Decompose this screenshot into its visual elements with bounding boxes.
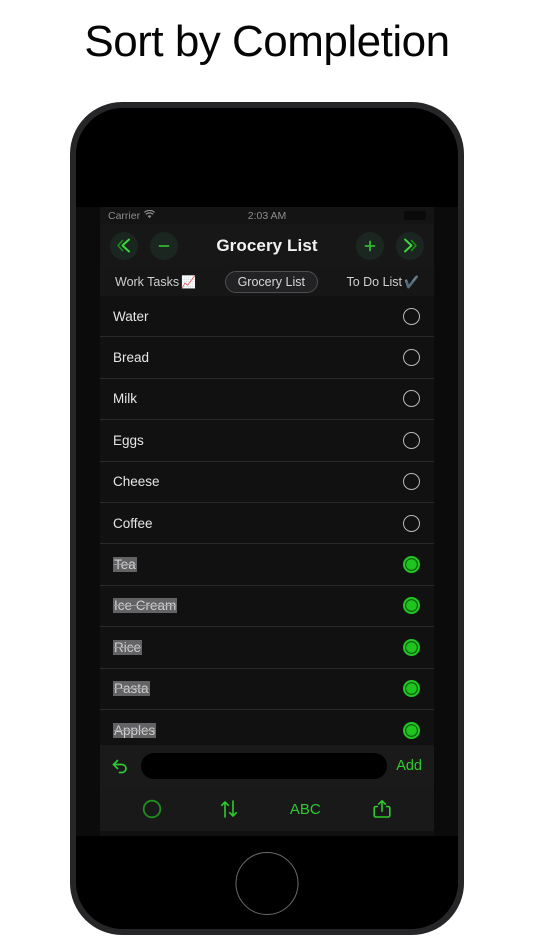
status-bar: Carrier 2:03 AM [100, 207, 434, 224]
unchecked-circle-icon[interactable] [403, 390, 420, 408]
tab-grocery-list[interactable]: Grocery List [224, 270, 318, 293]
list-item[interactable]: Tea [100, 544, 434, 586]
battery-icon [404, 211, 426, 220]
list-item[interactable]: Pasta [100, 669, 434, 710]
share-button[interactable] [360, 794, 404, 824]
checked-circle-icon[interactable] [403, 638, 420, 656]
list-item-label: Eggs [113, 432, 144, 448]
add-item-button[interactable]: Add [396, 758, 424, 774]
phone-device-frame: Carrier 2:03 AM Grocery List Work Tasks … [70, 102, 464, 935]
unchecked-circle-icon[interactable] [403, 514, 420, 532]
list-item[interactable]: Ice Cream [100, 586, 434, 628]
list-item-label: Water [113, 308, 149, 324]
tab-to-do-list[interactable]: To Do List ✔️ [340, 272, 425, 292]
undo-button[interactable] [110, 755, 132, 777]
sort-order-button[interactable] [207, 794, 251, 824]
app-screen: Carrier 2:03 AM Grocery List Work Tasks … [100, 207, 434, 836]
tab-work-tasks-label: Work Tasks [115, 274, 180, 289]
list-item-label: Coffee [113, 515, 153, 531]
list-item[interactable]: Milk [100, 379, 434, 421]
list-item-label: Rice [113, 639, 143, 655]
unchecked-circle-icon[interactable] [403, 473, 420, 491]
sort-arrows-icon [220, 800, 237, 818]
share-icon [373, 800, 391, 818]
minus-icon [158, 244, 170, 247]
chart-increasing-icon: 📈 [181, 274, 197, 289]
list-tab-bar: Work Tasks 📈 Grocery List To Do List ✔️ [100, 267, 434, 296]
list-item[interactable]: Water [100, 296, 434, 338]
new-item-input[interactable] [141, 753, 388, 779]
status-right [404, 211, 426, 220]
phone-top-bezel [76, 108, 458, 207]
sort-alpha-button[interactable]: ABC [283, 794, 327, 824]
todo-list[interactable]: Water Bread Milk Eggs Cheese Coffee Tea Ice Cre… [100, 296, 434, 745]
double-chevron-left-button[interactable] [110, 231, 138, 260]
checked-circle-icon[interactable] [403, 556, 420, 574]
theme-contrast-button[interactable] [130, 794, 174, 824]
list-item-label: Tea [113, 557, 137, 573]
remove-list-button[interactable] [150, 231, 178, 260]
checked-circle-icon[interactable] [403, 597, 420, 615]
tab-to-do-list-label: To Do List [346, 274, 403, 289]
add-list-button[interactable] [356, 231, 384, 260]
list-item[interactable]: Rice [100, 627, 434, 669]
tab-work-tasks[interactable]: Work Tasks 📈 [109, 272, 202, 292]
list-item-label: Bread [113, 350, 150, 366]
undo-arrow-icon [112, 759, 127, 774]
list-item-label: Apples [113, 722, 157, 738]
double-chevron-left-icon [117, 238, 130, 253]
unchecked-circle-icon[interactable] [403, 349, 420, 367]
phone-bottom-bezel [76, 836, 458, 929]
check-mark-icon: ✔️ [404, 274, 419, 289]
list-item[interactable]: Eggs [100, 420, 434, 462]
plus-icon [364, 240, 376, 251]
checked-circle-icon[interactable] [403, 721, 420, 739]
add-item-bar: Add [100, 745, 434, 787]
status-time: 2:03 AM [247, 209, 287, 222]
nav-title: Grocery List [216, 235, 318, 255]
unchecked-circle-icon[interactable] [403, 431, 420, 449]
list-item[interactable]: Coffee [100, 503, 434, 545]
list-item-label: Cheese [113, 474, 160, 490]
list-item-label: Ice Cream [113, 598, 178, 614]
nav-bar: Grocery List [100, 224, 434, 267]
list-item[interactable]: Bread [100, 337, 434, 379]
double-chevron-right-icon [404, 238, 417, 253]
list-item-label: Pasta [113, 681, 150, 697]
phone-screen-bezel: Carrier 2:03 AM Grocery List Work Tasks … [76, 108, 458, 929]
bottom-toolbar: ABC [100, 787, 434, 831]
theme-contrast-icon [143, 799, 162, 819]
list-item[interactable]: Apples [100, 710, 434, 745]
list-item-label: Milk [113, 391, 137, 407]
home-button[interactable] [235, 852, 299, 915]
double-chevron-right-button[interactable] [396, 231, 424, 260]
tab-grocery-list-label: Grocery List [237, 274, 305, 289]
unchecked-circle-icon[interactable] [403, 307, 420, 325]
checked-circle-icon[interactable] [403, 680, 420, 698]
page-title: Sort by Completion [84, 17, 450, 66]
list-item[interactable]: Cheese [100, 462, 434, 503]
